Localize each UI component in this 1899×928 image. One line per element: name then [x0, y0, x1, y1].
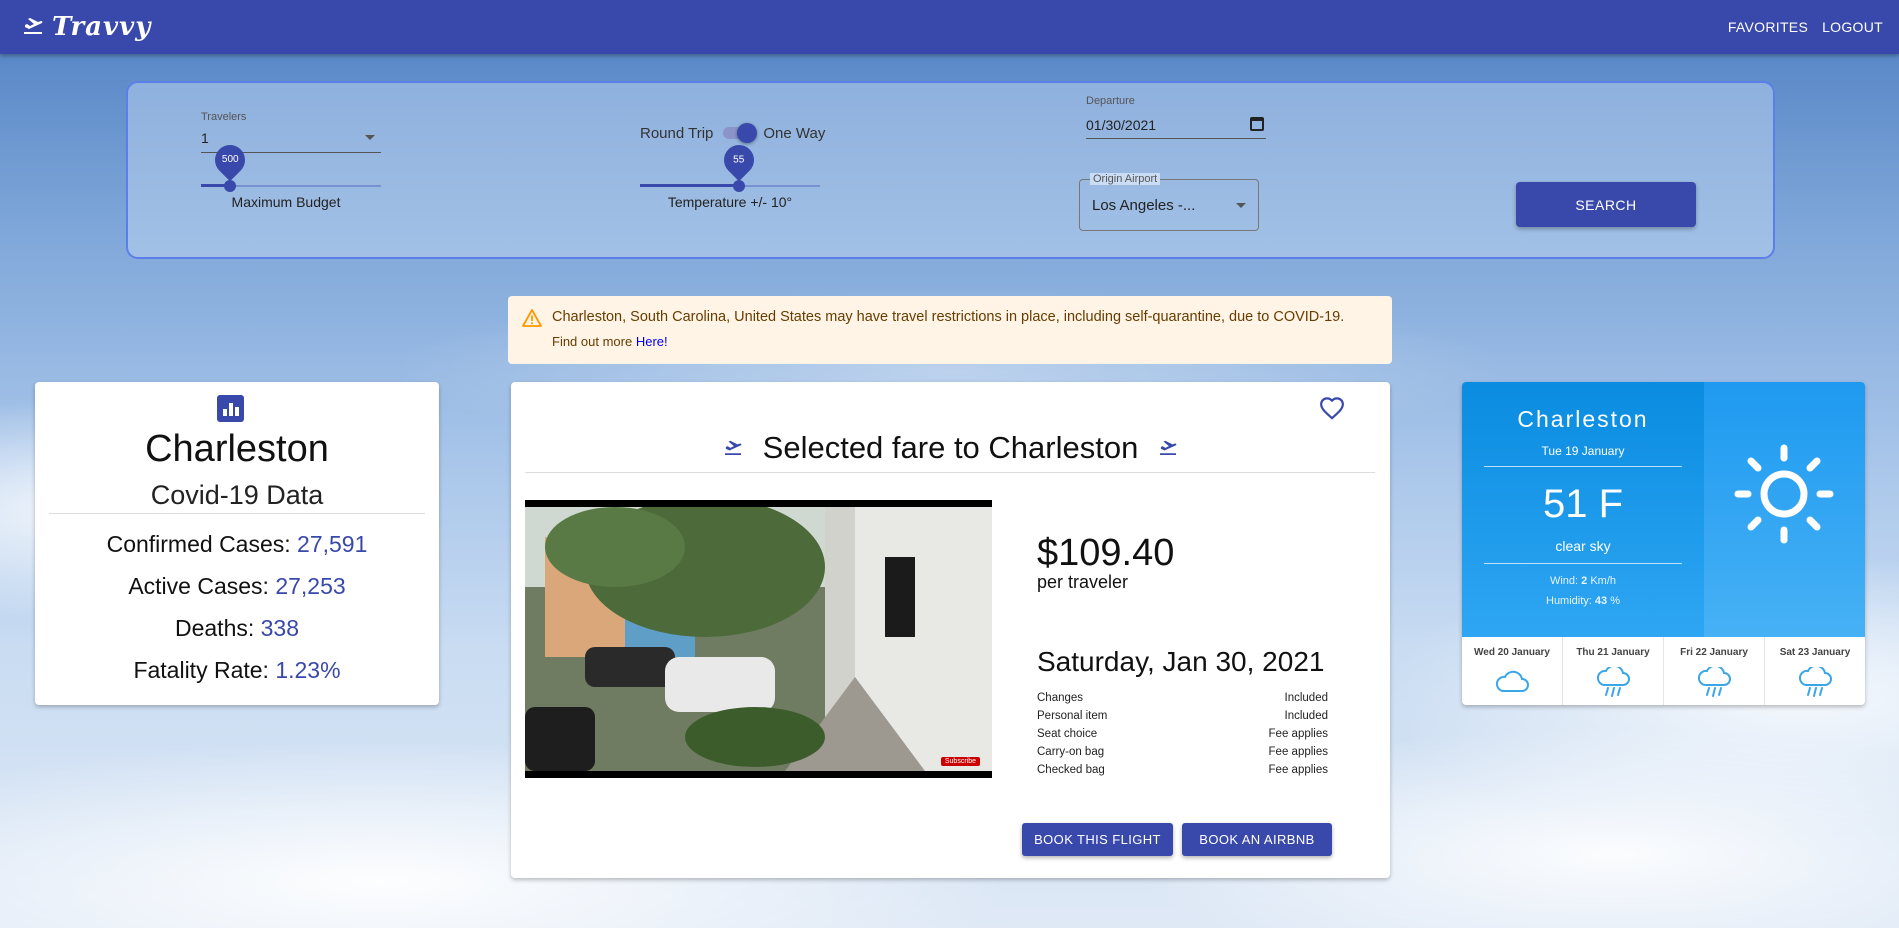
airplane-takeoff-icon [723, 435, 749, 460]
logo[interactable]: Travvy [22, 12, 151, 42]
airplane-takeoff-icon [1152, 435, 1178, 460]
youtube-subscribe-badge[interactable]: Subscribe [940, 757, 980, 766]
trip-type-toggle: Round Trip One Way [640, 123, 825, 143]
search-panel: Travelers 1 Round Trip One Way 500 Maxim… [126, 81, 1775, 259]
divider [49, 513, 425, 514]
forecast-day: Thu 21 January [1563, 637, 1664, 705]
round-trip-label: Round Trip [640, 124, 714, 142]
covid-subtitle: Covid-19 Data [150, 480, 324, 510]
fare-title: Selected fare to Charleston [511, 430, 1390, 466]
forecast-day: Wed 20 January [1462, 637, 1563, 705]
fare-date: Saturday, Jan 30, 2021 [1037, 646, 1325, 677]
weather-current: Charleston Tue 19 January 51 F clear sky… [1462, 382, 1704, 637]
forecast-day: Fri 22 January [1664, 637, 1765, 705]
selected-fare-card: Selected fare to Charleston Subscribe $1… [511, 382, 1390, 878]
calendar-icon[interactable] [1250, 117, 1264, 131]
book-airbnb-button[interactable]: BOOK AN AIRBNB [1182, 823, 1332, 856]
active-cases-row: Active Cases: 27,253 [128, 573, 346, 599]
fare-price: $109.40 [1037, 532, 1175, 574]
fare-per-traveler: per traveler [1037, 572, 1129, 592]
alert-link[interactable]: Here! [636, 334, 668, 349]
origin-airport-label: Origin Airport [1090, 173, 1161, 185]
origin-airport-select[interactable]: Origin Airport Los Angeles -... [1079, 173, 1259, 231]
feature-row: Personal item Included [1037, 710, 1328, 722]
destination-video[interactable]: Subscribe [525, 500, 992, 778]
warning-icon [522, 309, 542, 327]
bar-chart-icon [217, 395, 244, 422]
weather-forecast: Wed 20 January Thu 21 January Fri 22 Jan… [1462, 637, 1865, 705]
one-way-label: One Way [763, 124, 826, 142]
sun-icon [1734, 444, 1834, 544]
cloud-icon [1495, 670, 1529, 692]
divider [1484, 466, 1682, 467]
chevron-down-icon [1236, 203, 1246, 208]
weather-icon-panel [1704, 382, 1865, 637]
travelers-label: Travelers [201, 111, 247, 123]
wind-readout: Wind: 2 Km/h [1549, 575, 1617, 587]
covid-data-card: Charleston Covid-19 Data Confirmed Cases… [35, 382, 439, 705]
trip-type-switch[interactable] [721, 123, 758, 143]
feature-row: Checked bag Fee applies [1037, 764, 1328, 776]
switch-thumb [737, 123, 758, 143]
weather-card: Charleston Tue 19 January 51 F clear sky… [1462, 382, 1865, 705]
weather-date: Tue 19 January [1541, 444, 1625, 458]
departure-label: Departure [1086, 95, 1135, 107]
app-bar: Travvy FAVORITES LOGOUT [0, 0, 1899, 54]
book-flight-button[interactable]: BOOK THIS FLIGHT [1022, 823, 1173, 856]
weather-description: clear sky [1555, 538, 1611, 554]
rain-cloud-icon [1798, 667, 1832, 697]
humidity-readout: Humidity: 43 % [1546, 595, 1620, 607]
slider-thumb[interactable] [223, 180, 236, 192]
feature-row: Carry-on bag Fee applies [1037, 746, 1328, 758]
favorite-heart-icon[interactable] [1319, 396, 1345, 422]
slider-value-bubble: 55 [717, 138, 761, 182]
budget-slider[interactable]: 500 Maximum Budget [201, 138, 381, 211]
covid-city: Charleston [145, 428, 329, 470]
temperature-label: Temperature +/- 10° [667, 194, 793, 210]
favorites-link[interactable]: FAVORITES [1728, 19, 1808, 35]
street-scene-image [525, 507, 992, 771]
divider [1484, 563, 1682, 564]
origin-airport-value: Los Angeles -... [1092, 197, 1196, 214]
airplane-takeoff-icon [22, 14, 44, 40]
alert-more-text: Find out more [552, 334, 633, 349]
confirmed-cases-row: Confirmed Cases: 27,591 [106, 531, 368, 557]
logout-link[interactable]: LOGOUT [1822, 19, 1883, 35]
forecast-day: Sat 23 January [1765, 637, 1865, 705]
temperature-slider[interactable]: 55 Temperature +/- 10° [640, 138, 820, 211]
forecast-day-label: Wed 20 January [1474, 647, 1550, 658]
fare-features: Changes Included Personal item Included Se… [1037, 692, 1328, 782]
app-name: Travvy [52, 12, 152, 42]
alert-more: Find out more Here! [552, 334, 668, 349]
fatality-rate-row: Fatality Rate: 1.23% [133, 657, 341, 683]
forecast-day-label: Thu 21 January [1576, 647, 1650, 658]
slider-thumb[interactable] [733, 180, 745, 192]
weather-city: Charleston [1517, 406, 1649, 432]
chevron-down-icon [365, 135, 375, 140]
deaths-row: Deaths: 338 [174, 615, 300, 641]
top-nav: FAVORITES LOGOUT [1728, 0, 1883, 54]
forecast-day-label: Fri 22 January [1680, 647, 1748, 658]
fare-title-text: Selected fare to Charleston [762, 430, 1139, 465]
budget-label: Maximum Budget [231, 194, 341, 210]
forecast-day-label: Sat 23 January [1779, 647, 1851, 658]
travelers-value: 1 [201, 130, 209, 146]
alert-message: Charleston, South Carolina, United State… [552, 309, 1345, 325]
covid-travel-alert: Charleston, South Carolina, United State… [508, 296, 1392, 364]
feature-row: Seat choice Fee applies [1037, 728, 1328, 740]
departure-input[interactable]: 01/30/2021 [1086, 113, 1266, 139]
feature-row: Changes Included [1037, 692, 1328, 704]
weather-temperature: 51 F [1542, 482, 1624, 526]
rain-cloud-icon [1596, 667, 1630, 697]
rain-cloud-icon [1697, 667, 1731, 697]
slider-fill [640, 184, 739, 187]
departure-value: 01/30/2021 [1086, 117, 1157, 133]
divider [525, 472, 1375, 473]
search-button[interactable]: SEARCH [1516, 182, 1696, 227]
